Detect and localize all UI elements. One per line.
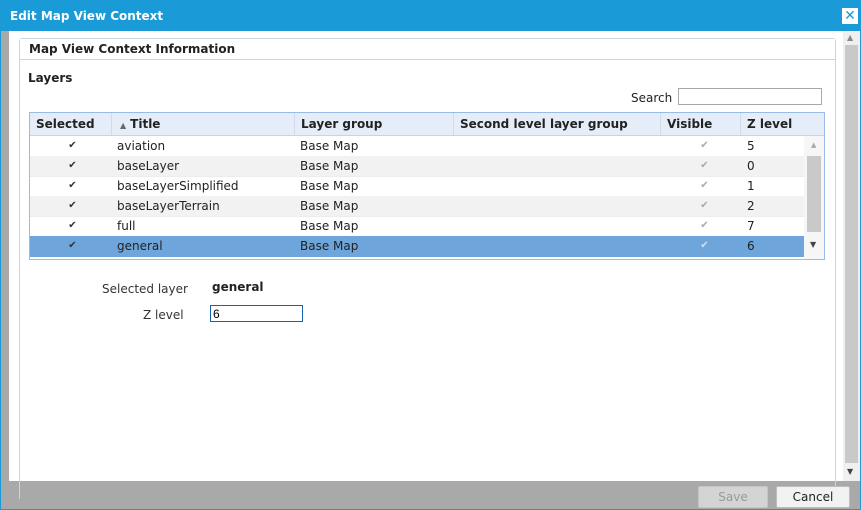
grid-header: Selected ▲ Title Layer group Second level… bbox=[30, 113, 824, 136]
close-icon[interactable]: ✕ bbox=[842, 8, 858, 24]
selected-layer-label: Selected layer bbox=[102, 282, 188, 296]
grid-scroll-thumb[interactable] bbox=[807, 156, 821, 232]
selected-checkbox[interactable]: ✔ bbox=[67, 160, 78, 171]
z-level-label: Z level bbox=[143, 308, 184, 322]
panel-title: Map View Context Information bbox=[29, 42, 236, 56]
table-row[interactable]: ✔ aviation Base Map ✔ 5 bbox=[30, 136, 804, 157]
scroll-up-icon[interactable]: ▲ bbox=[847, 33, 853, 42]
scroll-down-icon[interactable]: ▼ bbox=[847, 467, 853, 476]
layer-group-cell: Base Map bbox=[300, 179, 359, 193]
search-label: Search bbox=[631, 91, 673, 105]
layers-grid: Selected ▲ Title Layer group Second level… bbox=[29, 112, 825, 260]
layer-group-cell: Base Map bbox=[300, 219, 359, 233]
visible-checkbox[interactable]: ✔ bbox=[699, 160, 710, 171]
visible-checkbox[interactable]: ✔ bbox=[699, 200, 710, 211]
z-level-cell: 2 bbox=[747, 199, 755, 213]
visible-checkbox[interactable]: ✔ bbox=[699, 220, 710, 231]
layer-group-cell: Base Map bbox=[300, 199, 359, 213]
visible-checkbox[interactable]: ✔ bbox=[699, 240, 710, 251]
layer-title-cell: aviation bbox=[117, 139, 166, 153]
scroll-up-icon[interactable]: ▲ bbox=[811, 141, 816, 149]
dialog-scroll-thumb[interactable] bbox=[845, 45, 858, 463]
info-panel: Map View Context Information bbox=[19, 38, 836, 499]
cancel-button[interactable]: Cancel bbox=[776, 486, 850, 508]
search-input[interactable] bbox=[678, 88, 822, 105]
z-level-cell: 7 bbox=[747, 219, 755, 233]
visible-checkbox[interactable]: ✔ bbox=[699, 180, 710, 191]
selected-checkbox[interactable]: ✔ bbox=[67, 180, 78, 191]
grid-scrollbar[interactable]: ▲ ▼ bbox=[804, 136, 824, 259]
table-row[interactable]: ✔ full Base Map ✔ 7 bbox=[30, 216, 804, 237]
edit-map-view-context-dialog: Edit Map View Context ✕ Map View Context… bbox=[0, 0, 861, 510]
column-visible[interactable]: Visible bbox=[661, 113, 741, 135]
scroll-down-icon[interactable]: ▼ bbox=[810, 240, 816, 249]
z-level-cell: 6 bbox=[747, 239, 755, 253]
column-z-level[interactable]: Z level bbox=[741, 113, 824, 135]
save-button[interactable]: Save bbox=[698, 486, 768, 508]
column-title[interactable]: ▲ Title bbox=[112, 113, 295, 135]
table-row[interactable]: ✔ baseLayer Base Map ✔ 0 bbox=[30, 156, 804, 177]
visible-checkbox[interactable]: ✔ bbox=[699, 140, 710, 151]
column-title-label: Title bbox=[130, 117, 161, 131]
table-row[interactable]: ✔ general Base Map ✔ 6 bbox=[30, 236, 804, 257]
dialog-content: Map View Context Information Layers Sear… bbox=[9, 31, 843, 499]
column-layer-group[interactable]: Layer group bbox=[295, 113, 454, 135]
title-bar[interactable]: Edit Map View Context ✕ bbox=[1, 1, 860, 31]
layer-group-cell: Base Map bbox=[300, 159, 359, 173]
z-level-cell: 0 bbox=[747, 159, 755, 173]
column-second-level-layer-group[interactable]: Second level layer group bbox=[454, 113, 661, 135]
table-row[interactable]: ✔ baseLayerSimplified Base Map ✔ 1 bbox=[30, 176, 804, 197]
layer-title-cell: baseLayerTerrain bbox=[117, 199, 220, 213]
selected-checkbox[interactable]: ✔ bbox=[67, 200, 78, 211]
column-selected[interactable]: Selected bbox=[30, 113, 112, 135]
layer-group-cell: Base Map bbox=[300, 239, 359, 253]
layer-title-cell: baseLayerSimplified bbox=[117, 179, 239, 193]
layer-title-cell: baseLayer bbox=[117, 159, 180, 173]
layer-group-cell: Base Map bbox=[300, 139, 359, 153]
selected-checkbox[interactable]: ✔ bbox=[67, 140, 78, 151]
z-level-input[interactable] bbox=[210, 305, 303, 322]
layer-title-cell: full bbox=[117, 219, 136, 233]
dialog-scrollbar[interactable]: ▲ ▼ bbox=[843, 31, 860, 481]
selected-checkbox[interactable]: ✔ bbox=[67, 240, 78, 251]
table-row[interactable]: ✔ baseLayerTerrain Base Map ✔ 2 bbox=[30, 196, 804, 217]
layers-label: Layers bbox=[28, 71, 73, 85]
selected-layer-value: general bbox=[212, 280, 264, 294]
layer-title-cell: general bbox=[117, 239, 163, 253]
sort-ascending-icon: ▲ bbox=[120, 121, 127, 130]
selected-checkbox[interactable]: ✔ bbox=[67, 220, 78, 231]
dialog-title: Edit Map View Context bbox=[10, 9, 164, 23]
z-level-cell: 1 bbox=[747, 179, 755, 193]
panel-header: Map View Context Information bbox=[20, 39, 835, 60]
z-level-cell: 5 bbox=[747, 139, 755, 153]
